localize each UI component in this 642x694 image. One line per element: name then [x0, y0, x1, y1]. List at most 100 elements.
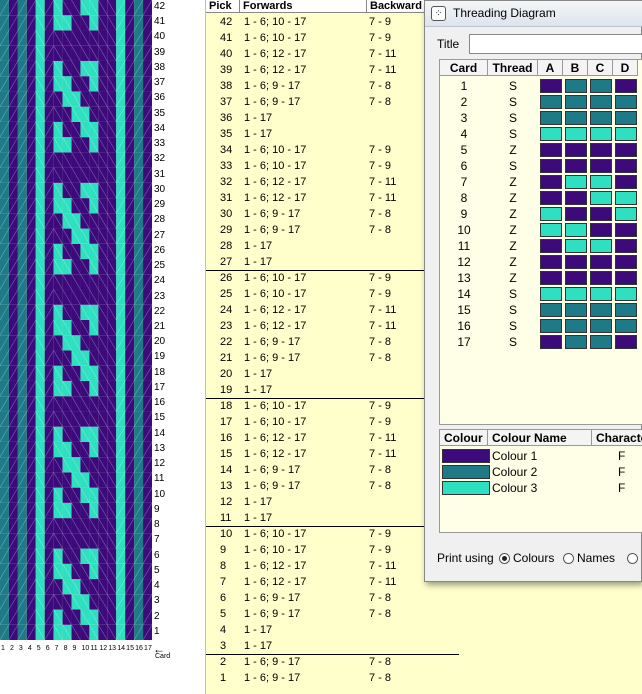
colour-row[interactable]: Colour 3 F: [440, 480, 642, 496]
hole-colour-swatch[interactable]: [590, 175, 612, 189]
hole-colour-swatch[interactable]: [615, 127, 637, 141]
hole-colour-swatch[interactable]: [565, 287, 587, 301]
threading-row[interactable]: 6S: [440, 158, 642, 174]
thread-direction-cell[interactable]: Z: [488, 270, 538, 286]
hole-colour-swatch[interactable]: [590, 287, 612, 301]
thread-direction-cell[interactable]: Z: [488, 238, 538, 254]
hole-colour-swatch[interactable]: [590, 143, 612, 157]
hole-colour-swatch[interactable]: [540, 207, 562, 221]
th-b[interactable]: B: [563, 60, 588, 76]
colour-row[interactable]: Colour 1 F: [440, 448, 642, 464]
thread-direction-cell[interactable]: Z: [488, 174, 538, 190]
threading-row[interactable]: 13 Z: [440, 270, 642, 286]
hole-colour-swatch[interactable]: [565, 143, 587, 157]
hole-colour-swatch[interactable]: [565, 79, 587, 93]
hole-colour-swatch[interactable]: [590, 207, 612, 221]
threading-row[interactable]: 12 Z: [440, 254, 642, 270]
hole-colour-swatch[interactable]: [540, 303, 562, 317]
hole-colour-swatch[interactable]: [590, 159, 612, 173]
hole-colour-swatch[interactable]: [565, 111, 587, 125]
hole-colour-swatch[interactable]: [615, 159, 637, 173]
thread-direction-cell[interactable]: S: [488, 78, 538, 94]
hole-colour-swatch[interactable]: [590, 223, 612, 237]
hole-colour-swatch[interactable]: [540, 159, 562, 173]
thread-direction-cell[interactable]: S: [488, 158, 538, 174]
threading-row[interactable]: 5Z: [440, 142, 642, 158]
radio-colours[interactable]: Colours: [499, 551, 554, 565]
colour-swatch[interactable]: [442, 465, 490, 479]
hole-colour-swatch[interactable]: [590, 191, 612, 205]
thread-direction-cell[interactable]: Z: [488, 222, 538, 238]
hole-colour-swatch[interactable]: [540, 239, 562, 253]
hole-colour-swatch[interactable]: [590, 319, 612, 333]
hole-colour-swatch[interactable]: [565, 175, 587, 189]
hole-colour-swatch[interactable]: [540, 111, 562, 125]
threading-row[interactable]: 9Z: [440, 206, 642, 222]
thread-direction-cell[interactable]: Z: [488, 254, 538, 270]
hole-colour-swatch[interactable]: [565, 335, 587, 349]
threading-row[interactable]: 16 S: [440, 318, 642, 334]
hole-colour-swatch[interactable]: [540, 127, 562, 141]
th-a[interactable]: A: [538, 60, 563, 76]
threading-row[interactable]: 2S: [440, 94, 642, 110]
hole-colour-swatch[interactable]: [615, 79, 637, 93]
threading-row[interactable]: 17 S: [440, 334, 642, 350]
thread-direction-cell[interactable]: S: [488, 302, 538, 318]
thread-direction-cell[interactable]: S: [488, 94, 538, 110]
th-character[interactable]: Characte: [592, 430, 642, 446]
sheet-row[interactable]: 3 1 - 17: [206, 638, 642, 654]
sheet-row[interactable]: 2 1 - 6; 9 - 17 7 - 8: [206, 654, 642, 670]
hole-colour-swatch[interactable]: [540, 191, 562, 205]
th-colour-name[interactable]: Colour Name: [488, 430, 592, 446]
hole-colour-swatch[interactable]: [540, 271, 562, 285]
colour-swatch[interactable]: [442, 449, 490, 463]
th-d[interactable]: D: [613, 60, 638, 76]
hole-colour-swatch[interactable]: [615, 223, 637, 237]
hole-colour-swatch[interactable]: [615, 111, 637, 125]
hole-colour-swatch[interactable]: [590, 255, 612, 269]
hole-colour-swatch[interactable]: [590, 335, 612, 349]
colour-swatch[interactable]: [442, 481, 490, 495]
thread-direction-cell[interactable]: Z: [488, 190, 538, 206]
sheet-row[interactable]: 4 1 - 17: [206, 622, 642, 638]
thread-direction-cell[interactable]: Z: [488, 206, 538, 222]
hole-colour-swatch[interactable]: [565, 271, 587, 285]
thread-direction-cell[interactable]: S: [488, 110, 538, 126]
threading-row[interactable]: 4S: [440, 126, 642, 142]
hole-colour-swatch[interactable]: [615, 287, 637, 301]
hole-colour-swatch[interactable]: [615, 319, 637, 333]
threading-row[interactable]: 14 S: [440, 286, 642, 302]
hole-colour-swatch[interactable]: [615, 95, 637, 109]
hole-colour-swatch[interactable]: [540, 319, 562, 333]
hole-colour-swatch[interactable]: [615, 143, 637, 157]
header-pick[interactable]: Pick: [206, 0, 240, 13]
thread-direction-cell[interactable]: Z: [488, 142, 538, 158]
hole-colour-swatch[interactable]: [615, 303, 637, 317]
sheet-row[interactable]: 6 1 - 6; 9 - 17 7 - 8: [206, 590, 642, 606]
th-card[interactable]: Card: [440, 60, 488, 76]
hole-colour-swatch[interactable]: [615, 271, 637, 285]
hole-colour-swatch[interactable]: [565, 207, 587, 221]
hole-colour-swatch[interactable]: [565, 191, 587, 205]
hole-colour-swatch[interactable]: [540, 175, 562, 189]
hole-colour-swatch[interactable]: [565, 127, 587, 141]
threading-row[interactable]: 3S: [440, 110, 642, 126]
hole-colour-swatch[interactable]: [565, 159, 587, 173]
colour-row[interactable]: Colour 2 F: [440, 464, 642, 480]
sheet-row[interactable]: 5 1 - 6; 9 - 17 7 - 8: [206, 606, 642, 622]
threading-row[interactable]: 11 Z: [440, 238, 642, 254]
hole-colour-swatch[interactable]: [565, 319, 587, 333]
hole-colour-swatch[interactable]: [540, 79, 562, 93]
hole-colour-swatch[interactable]: [590, 271, 612, 285]
hole-colour-swatch[interactable]: [540, 143, 562, 157]
title-input[interactable]: [469, 34, 642, 54]
th-c[interactable]: C: [588, 60, 613, 76]
sheet-row[interactable]: 1 1 - 6; 9 - 17 7 - 8: [206, 670, 642, 686]
dialog-titlebar[interactable]: ⁘ Threading Diagram: [425, 1, 642, 27]
hole-colour-swatch[interactable]: [590, 111, 612, 125]
thread-direction-cell[interactable]: S: [488, 318, 538, 334]
thread-direction-cell[interactable]: S: [488, 334, 538, 350]
hole-colour-swatch[interactable]: [615, 207, 637, 221]
radio-third[interactable]: [627, 551, 641, 565]
hole-colour-swatch[interactable]: [615, 335, 637, 349]
